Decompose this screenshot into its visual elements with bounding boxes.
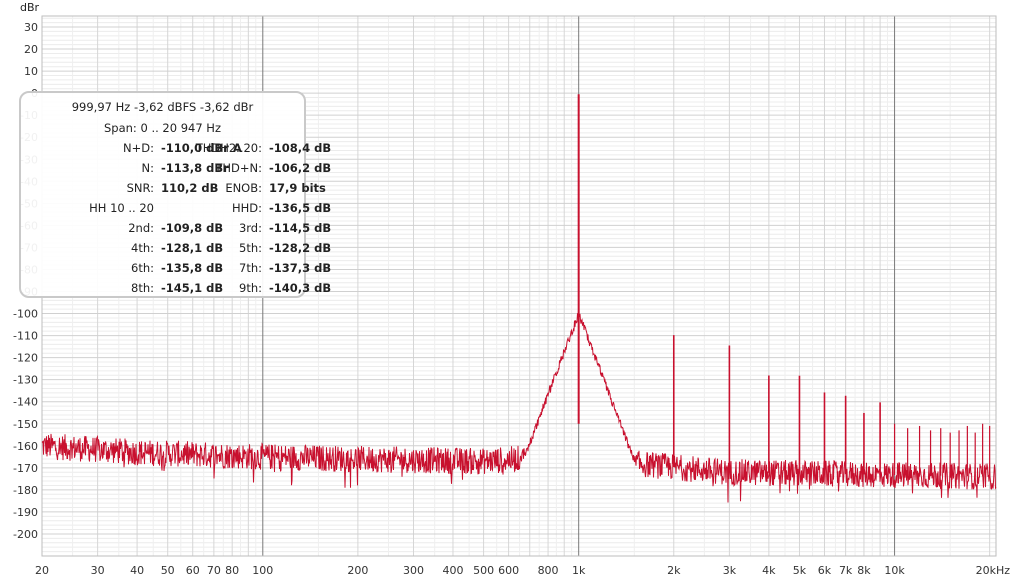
x-tick-label: 800 [538,564,559,577]
measurement-value: -114,5 dB [269,221,332,235]
measurement-label: 2nd: [128,221,154,235]
measurement-row: N+D: -110,0 dBr A THDH2..20: -108,4 dB [21,141,331,161]
x-tick-label: 40 [130,564,144,577]
measurement-label: 4th: [131,241,154,255]
y-tick-label: -130 [13,374,38,387]
measurement-label: THD+N: [215,161,262,175]
x-tick-label: 300 [403,564,424,577]
measurement-label: HH 10 .. 20 [89,201,154,215]
measurement-label: 6th: [131,261,154,275]
x-tick-label: 400 [442,564,463,577]
measurement-value: -137,3 dB [269,261,332,275]
y-tick-label: -190 [13,506,38,519]
measurement-row: N: -113,8 dBr THD+N: -106,2 dB [21,161,332,181]
y-tick-label: -120 [13,352,38,365]
x-tick-label: 3k [723,564,737,577]
measurement-value: -106,2 dB [269,161,332,175]
measurement-label: SNR: [126,181,154,195]
x-tick-label: 20 [35,564,49,577]
measurement-value: -109,8 dB [161,221,224,235]
y-tick-label: -180 [13,484,38,497]
x-tick-label: 5k [793,564,807,577]
measurement-row: HH 10 .. 20 HHD: -136,5 dB [21,201,331,221]
x-tick-label: 200 [347,564,368,577]
measurement-label: ENOB: [225,181,262,195]
x-axis-tick-labels: 20 30 40 50 60 70 80 100 200 300 400 500 600 800 1k 2k 3… [35,564,1010,577]
measurement-label: N+D: [123,141,154,155]
measurement-row: 2nd: -109,8 dB 3rd: -114,5 dB [21,221,331,241]
measurement-label: 9th: [239,281,262,295]
measurement-label: 3rd: [238,221,262,235]
x-tick-label: 2k [667,564,681,577]
x-tick-label: 20kHz [976,564,1011,577]
x-tick-label: 30 [91,564,105,577]
measurement-row: SNR: 110,2 dB ENOB: 17,9 bits [21,181,326,201]
measurement-value: -135,8 dB [161,261,224,275]
x-tick-label: 60 [186,564,200,577]
x-tick-label: 80 [225,564,239,577]
measurement-panel[interactable]: 999,97 Hz -3,62 dBFS -3,62 dBr Span: 0 .… [19,91,332,301]
measurement-value: 17,9 bits [269,181,326,195]
y-tick-label: -160 [13,440,38,453]
measurement-value: -145,1 dB [161,281,224,295]
x-tick-label: 8k [857,564,871,577]
measurement-label: 5th: [239,241,262,255]
x-tick-label: 70 [207,564,221,577]
y-tick-label: -140 [13,396,38,409]
x-tick-label: 6k [818,564,832,577]
y-tick-label: 20 [24,43,38,56]
x-tick-label: 100 [252,564,273,577]
y-tick-label: -150 [13,418,38,431]
x-tick-label: 7k [839,564,853,577]
measurement-label: 7th: [239,261,262,275]
x-tick-label: 10k [884,564,905,577]
x-tick-label: 1k [572,564,586,577]
y-tick-label: -110 [13,330,38,343]
x-tick-label: 4k [762,564,776,577]
x-tick-label: 500 [473,564,494,577]
y-tick-label: -170 [13,462,38,475]
measurement-row: 6th: -135,8 dB 7th: -137,3 dB [21,261,331,281]
measurement-value: 110,2 dB [161,181,219,195]
measurement-row: 8th: -145,1 dB 9th: -140,3 dB [21,281,331,301]
measurement-row: 4th: -128,1 dB 5th: -128,2 dB [21,241,331,261]
y-tick-label: 10 [24,65,38,78]
y-tick-label: 30 [24,21,38,34]
measurement-value: -128,2 dB [269,241,332,255]
measurement-label: HHD: [231,201,262,215]
fundamental-readout: 999,97 Hz -3,62 dBFS -3,62 dBr [71,100,254,114]
measurement-label: N: [141,161,154,175]
measurement-value: -136,5 dB [269,201,332,215]
measurement-value: -140,3 dB [269,281,332,295]
y-axis-label: dBr [20,1,40,14]
y-tick-label: -200 [13,528,38,541]
y-tick-label: -100 [13,308,38,321]
measurement-value: -108,4 dB [269,141,332,155]
span-readout: Span: 0 .. 20 947 Hz [104,121,221,135]
x-tick-label: 600 [498,564,519,577]
measurement-value: -128,1 dB [161,241,224,255]
measurement-label: 8th: [131,281,154,295]
measurement-label: THDH2..20: [195,141,262,155]
x-tick-label: 50 [161,564,175,577]
